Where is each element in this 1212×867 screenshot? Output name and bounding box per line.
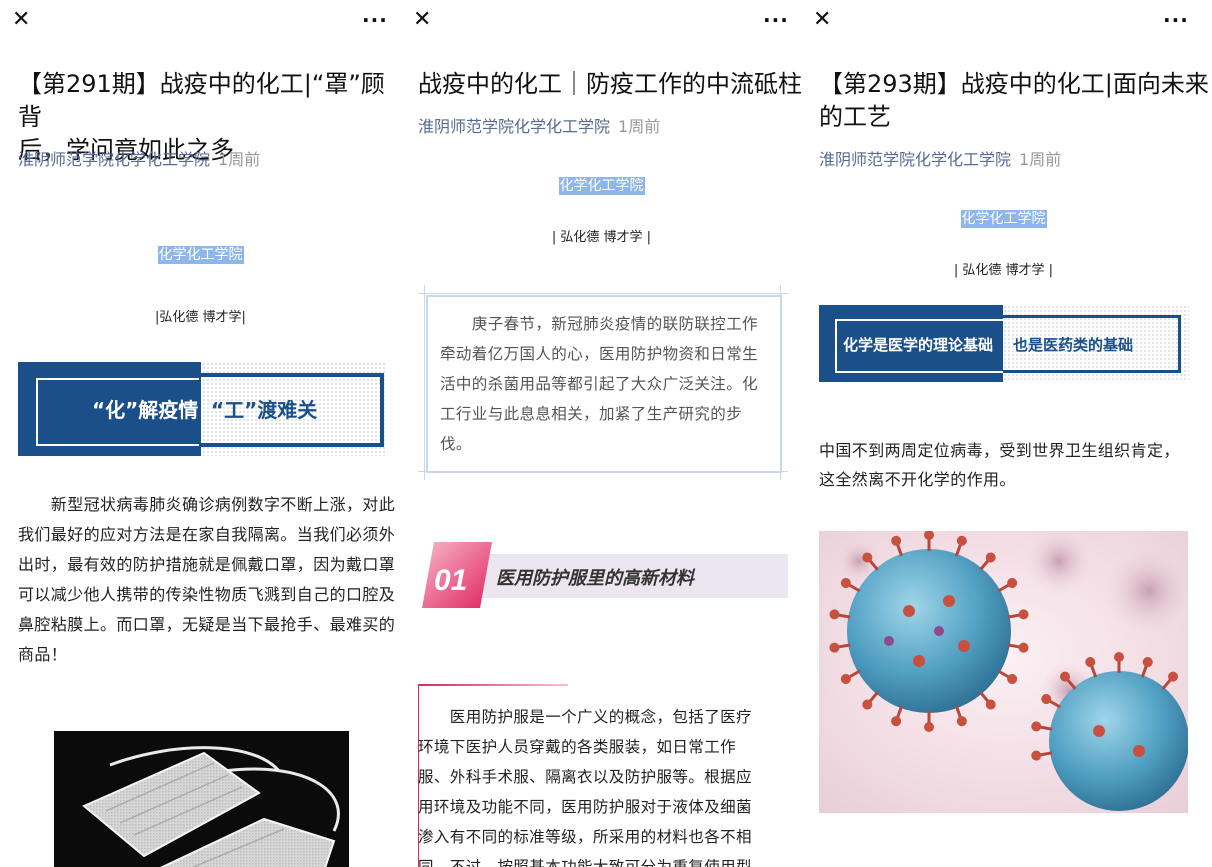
accent-line xyxy=(418,684,568,686)
box-line: 庚子春节，新冠肺炎疫情的联防联控工作 xyxy=(440,315,759,333)
publish-time: 1周前 xyxy=(618,117,661,136)
college-highlight: 化学化工学院 xyxy=(960,210,1047,228)
section-header: 01 医用防护服里的高新材料 xyxy=(418,540,788,610)
article-body: 医用防护服是一个广义的概念，包括了医疗 环境下医护人员穿戴的各类服装，如日常工作… xyxy=(418,702,798,867)
paragraph-line: 中国不到两周定位病毒，受到世界卫生组织肯定， xyxy=(819,441,1180,460)
article-meta: 淮阴师范学院化学化工学院 1周前 xyxy=(418,117,660,137)
paragraph-line: 新型冠状病毒肺炎确诊病例数字不断上涨，对此 xyxy=(18,495,396,514)
college-highlight: 化学化工学院 xyxy=(157,246,244,264)
face-mask-image xyxy=(54,731,349,867)
paragraph-line: 医用防护服是一个广义的概念，包括了医疗 xyxy=(418,708,752,726)
paragraph-line: 环境下医护人员穿戴的各类服装，如日常工作 xyxy=(418,738,737,756)
more-icon[interactable]: ··· xyxy=(362,10,388,30)
more-icon[interactable]: ··· xyxy=(1163,10,1189,30)
college-label: 化学化工学院 xyxy=(0,244,401,264)
banner-left-text: “化”解疫情 xyxy=(92,398,199,422)
more-icon[interactable]: ··· xyxy=(763,10,789,30)
article-title: 战疫中的化工｜防疫工作的中流砥柱 xyxy=(418,70,802,98)
article-panel-1: ✕ ··· 【第291期】战疫中的化工|“罩”顾背 后，学问竟如此之多 淮阴师范… xyxy=(0,0,401,867)
box-line: 工行业与此息息相关，加紧了生产研究的步 xyxy=(440,405,743,423)
section-number: 01 xyxy=(434,564,468,597)
banner-right-text: 也是医药类的基础 xyxy=(1013,336,1134,354)
section-title: 医用防护服里的高新材料 xyxy=(496,568,694,589)
title-line: 的工艺 xyxy=(819,103,891,131)
paragraph-line: 同。不过，按照基本功能大致可分为重复使用型 xyxy=(418,858,752,867)
college-highlight: 化学化工学院 xyxy=(558,177,645,195)
paragraph-line: 可以减少他人携带的传染性物质飞溅到自己的口腔及 xyxy=(18,585,396,604)
source-link[interactable]: 淮阴师范学院化学化工学院 xyxy=(18,150,210,169)
title-line: 【第291期】战疫中的化工|“罩”顾背 xyxy=(18,70,385,131)
college-label: 化学化工学院 xyxy=(401,175,802,195)
close-icon[interactable]: ✕ xyxy=(12,9,30,31)
article-body: 新型冠状病毒肺炎确诊病例数字不断上涨，对此 我们最好的应对方法是在家自我隔离。当… xyxy=(18,490,398,670)
banner-right-text: “工”渡难关 xyxy=(211,398,318,422)
paragraph-line: 服、外科手术服、隔离衣以及防护服等。根据应 xyxy=(418,768,752,786)
publish-time: 1周前 xyxy=(1019,150,1062,169)
paragraph-line: 鼻腔粘膜上。而口罩，无疑是当下最抢手、最难买的 xyxy=(18,615,396,634)
intro-box: 庚子春节，新冠肺炎疫情的联防联控工作 牵动着亿万国人的心，医用防护物资和日常生 … xyxy=(418,285,788,480)
box-line: 牵动着亿万国人的心，医用防护物资和日常生 xyxy=(440,345,759,363)
paragraph-line: 出时，最有效的防护措施就是佩戴口罩，因为戴口罩 xyxy=(18,555,396,574)
section-banner: “化”解疫情 “工”渡难关 xyxy=(18,362,386,456)
publish-time: 1周前 xyxy=(218,150,261,169)
title-line: 【第293期】战疫中的化工|面向未来 xyxy=(819,70,1209,98)
motto: | 弘化德 博才学 | xyxy=(953,263,1054,278)
section-banner: 化学是医学的理论基础 也是医药类的基础 xyxy=(819,305,1189,382)
coronavirus-image xyxy=(819,531,1188,813)
source-link[interactable]: 淮阴师范学院化学化工学院 xyxy=(418,117,610,136)
article-panel-3: ✕ ··· 【第293期】战疫中的化工|面向未来 的工艺 淮阴师范学院化学化工学… xyxy=(801,0,1212,867)
box-line: 伐。 xyxy=(440,435,472,453)
box-line: 活中的杀菌用品等都引起了大众广泛关注。化 xyxy=(440,375,759,393)
paragraph-line: 这全然离不开化学的作用。 xyxy=(819,470,1016,489)
paragraph-line: 我们最好的应对方法是在家自我隔离。当我们必须外 xyxy=(18,525,396,544)
source-link[interactable]: 淮阴师范学院化学化工学院 xyxy=(819,150,1011,169)
close-icon[interactable]: ✕ xyxy=(413,9,431,31)
paragraph-line: 渗入有不同的标准等级，所采用的材料也各不相 xyxy=(418,828,752,846)
motto: | 弘化德 博才学 | xyxy=(551,230,652,245)
close-icon[interactable]: ✕ xyxy=(813,9,831,31)
banner-left-text: 化学是医学的理论基础 xyxy=(843,336,994,354)
paragraph-line: 用环境及功能不同，医用防护服对于液体及细菌 xyxy=(418,798,752,816)
article-body: 中国不到两周定位病毒，受到世界卫生组织肯定， 这全然离不开化学的作用。 xyxy=(819,436,1211,494)
article-panel-2: ✕ ··· 战疫中的化工｜防疫工作的中流砥柱 淮阴师范学院化学化工学院 1周前 化… xyxy=(401,0,802,867)
paragraph-line: 商品！ xyxy=(18,645,68,664)
college-label: 化学化工学院 xyxy=(801,208,1206,228)
article-title: 【第293期】战疫中的化工|面向未来 的工艺 xyxy=(819,68,1209,134)
motto: |弘化德 博才学| xyxy=(155,310,246,325)
article-meta: 淮阴师范学院化学化工学院 1周前 xyxy=(18,150,260,170)
article-meta: 淮阴师范学院化学化工学院 1周前 xyxy=(819,150,1061,170)
